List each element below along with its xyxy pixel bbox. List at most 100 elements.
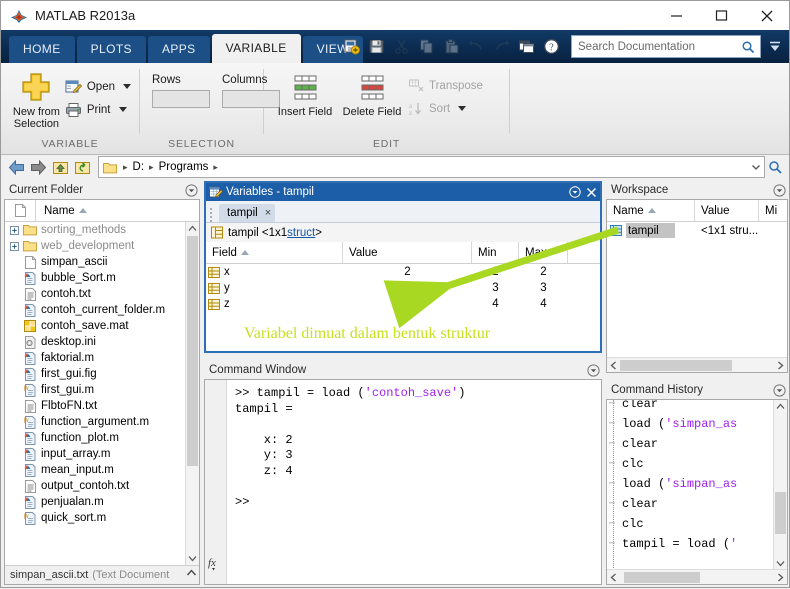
cell-value[interactable]: 3 [343, 282, 472, 294]
workspace-column-name[interactable]: Name [607, 200, 695, 221]
cell-max[interactable]: 3 [519, 282, 568, 294]
chevron-down-icon[interactable] [748, 163, 764, 171]
file-list-scrollbar[interactable] [185, 222, 199, 565]
cell-value[interactable]: 4 [343, 298, 472, 310]
file-list-item[interactable]: web_development [5, 238, 186, 254]
cell-min[interactable]: 2 [472, 266, 519, 278]
file-list-item[interactable]: bubble_Sort.m [5, 270, 186, 286]
up-folder-icon[interactable] [49, 157, 71, 177]
panel-options-icon[interactable] [770, 383, 788, 397]
close-panel-icon[interactable] [583, 187, 600, 198]
file-list-item[interactable]: contoh_save.mat [5, 318, 186, 334]
file-list-item[interactable]: mean_input.m [5, 462, 186, 478]
scroll-left-icon[interactable] [607, 573, 620, 582]
cell-min[interactable]: 3 [472, 282, 519, 294]
cell-field[interactable]: z [206, 298, 343, 310]
variable-tab-tampil[interactable]: tampil × [219, 204, 276, 222]
file-list-item[interactable]: FlbtoFN.txt [5, 398, 186, 414]
history-item[interactable]: ─ clear [607, 494, 774, 514]
chevron-down-icon[interactable] [123, 84, 131, 89]
cell-value[interactable]: 2 [343, 266, 472, 278]
workspace-column-min[interactable]: Mi [759, 200, 787, 221]
browse-icon[interactable] [765, 160, 785, 174]
close-icon[interactable]: × [265, 207, 271, 219]
breadcrumb-struct-link[interactable]: struct [287, 227, 315, 239]
file-list[interactable]: sorting_methods web_development simpan_asc… [5, 222, 186, 565]
table-row[interactable]: y333 [206, 280, 600, 296]
workspace-horizontal-scrollbar[interactable] [607, 357, 787, 372]
new-from-selection-button[interactable]: New from Selection [9, 69, 64, 130]
search-documentation-box[interactable]: Search Documentation [571, 35, 761, 58]
command-window-text[interactable]: >> tampil = load ('contoh_save') tampil … [227, 380, 601, 584]
file-list-item[interactable]: input_array.m [5, 446, 186, 462]
scroll-right-icon[interactable] [774, 361, 787, 370]
cell-field[interactable]: x [206, 266, 343, 278]
file-list-item[interactable]: sorting_methods [5, 222, 186, 238]
cell-max[interactable]: 4 [519, 298, 568, 310]
scroll-right-icon[interactable] [774, 573, 787, 582]
history-item[interactable]: ─ tampil = load (' [607, 534, 774, 554]
command-final-prompt[interactable]: >> [235, 495, 249, 509]
close-button[interactable] [744, 1, 789, 30]
file-list-item[interactable]: output_contoh.txt [5, 478, 186, 494]
tab-home[interactable]: HOME [9, 36, 75, 63]
file-list-item[interactable]: faktorial.m [5, 350, 186, 366]
search-icon[interactable] [741, 40, 760, 54]
scroll-up-icon[interactable] [186, 222, 199, 235]
history-item[interactable]: ─ clc [607, 454, 774, 474]
insert-field-button[interactable]: Insert Field [272, 69, 338, 118]
switch-window-icon[interactable] [515, 35, 538, 58]
fx-prompt-icon[interactable]: fx [208, 555, 223, 572]
workspace-column-value[interactable]: Value [695, 200, 759, 221]
tab-plots[interactable]: PLOTS [76, 36, 146, 63]
file-list-item[interactable]: fx first_gui.m [5, 382, 186, 398]
scrollbar-thumb[interactable] [775, 492, 786, 534]
expand-node-icon[interactable] [8, 241, 21, 251]
history-scrollbar[interactable] [773, 400, 787, 570]
command-window-body[interactable]: fx >> tampil = load ('contoh_save') tamp… [204, 379, 602, 585]
column-header-min[interactable]: Min [472, 242, 519, 263]
command-history-list[interactable]: ─ clear ─ load ('simpan_as ─ clear ─ clc ─ load (… [607, 400, 774, 570]
file-list-item[interactable]: function_plot.m [5, 430, 186, 446]
save-icon[interactable] [365, 35, 388, 58]
history-item[interactable]: ─ clear [607, 434, 774, 454]
file-list-item[interactable]: simpan_ascii [5, 254, 186, 270]
scrollbar-thumb[interactable] [187, 236, 198, 466]
file-list-item[interactable]: fx quick_sort.m [5, 510, 186, 526]
breadcrumb-item-1[interactable]: Programs [157, 161, 211, 173]
file-list-item[interactable]: contoh_current_folder.m [5, 302, 186, 318]
history-item[interactable]: ─ clc [607, 514, 774, 534]
collapse-ribbon-icon[interactable] [765, 40, 785, 54]
expand-node-icon[interactable] [8, 225, 21, 235]
cell-max[interactable]: 2 [519, 266, 568, 278]
scroll-up-icon[interactable] [774, 400, 787, 413]
new-script-icon[interactable] [340, 35, 363, 58]
history-item[interactable]: ─ load ('simpan_as [607, 414, 774, 434]
table-row[interactable]: x222 [206, 264, 600, 280]
rows-input[interactable] [152, 90, 210, 108]
panel-options-icon[interactable] [770, 183, 788, 197]
help-icon[interactable]: ? [540, 35, 563, 58]
panel-options-icon[interactable] [566, 186, 583, 198]
maximize-button[interactable] [699, 1, 744, 30]
scroll-down-icon[interactable] [186, 552, 199, 565]
file-list-item[interactable]: contoh.txt [5, 286, 186, 302]
chevron-down-icon[interactable] [118, 107, 127, 112]
forward-arrow-icon[interactable] [27, 157, 49, 177]
workspace-variable-name[interactable]: tampil [626, 223, 675, 238]
name-column-header[interactable]: Name [36, 205, 87, 217]
print-button[interactable]: Print [64, 98, 131, 121]
chevron-down-icon[interactable] [458, 106, 467, 111]
open-button[interactable]: Open [64, 75, 131, 98]
refresh-icon[interactable] [71, 157, 93, 177]
workspace-row-tampil[interactable]: tampil <1x1 stru... [607, 222, 787, 239]
breadcrumb-item-0[interactable]: D: [131, 161, 147, 173]
variables-rows[interactable]: x222y333z444 [206, 264, 600, 312]
file-list-item[interactable]: first_gui.fig [5, 366, 186, 382]
expand-details-icon[interactable] [186, 568, 197, 580]
cell-min[interactable]: 4 [472, 298, 519, 310]
history-item[interactable]: ─ load ('simpan_as [607, 474, 774, 494]
breadcrumb[interactable]: ▸ D: ▸ Programs ▸ [98, 156, 765, 178]
panel-options-icon[interactable] [182, 183, 200, 197]
tab-apps[interactable]: APPS [147, 36, 210, 63]
